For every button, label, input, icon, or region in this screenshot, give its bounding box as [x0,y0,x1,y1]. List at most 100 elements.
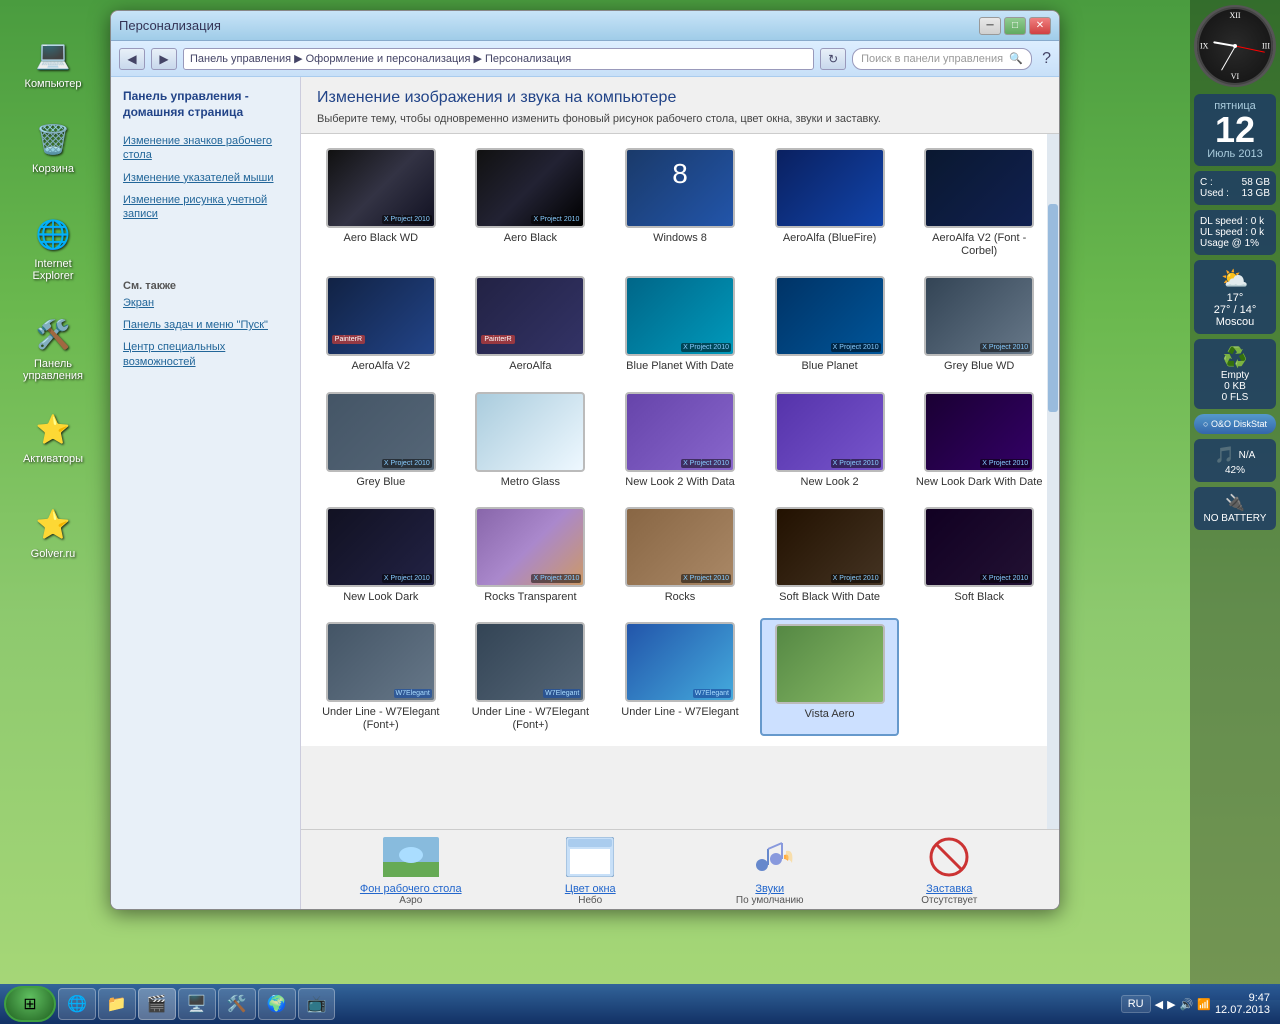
change-account-link[interactable]: Изменение рисунка учетной записи [123,193,288,222]
help-button[interactable]: ? [1042,50,1051,68]
change-icons-link[interactable]: Изменение значков рабочего стола [123,134,288,163]
theme-label: Blue Planet With Date [626,360,734,373]
theme-item-new-look-dark[interactable]: X Project 2010 New Look Dark [311,503,451,608]
theme-item-under-line-font1[interactable]: W7Elegant Under Line - W7Elegant (Font+) [311,618,451,736]
theme-item-aero-black[interactable]: X Project 2010 Aero Black [461,144,601,262]
taskbar-control[interactable]: 🖥️ [178,988,216,1020]
theme-thumbnail [775,624,885,704]
xproject-badge: X Project 2010 [831,574,881,583]
theme-item-soft-black[interactable]: X Project 2010 Soft Black [909,503,1049,608]
theme-thumbnail: X Project 2010 [924,392,1034,472]
theme-label: Under Line - W7Elegant [621,706,738,719]
minimize-button[interactable]: ─ [979,17,1001,35]
wallpaper-label[interactable]: Фон рабочего стола [360,883,462,895]
title-bar-controls: ─ □ ✕ [979,17,1051,35]
back-button[interactable]: ◀ [119,48,145,70]
computer-icon: 💻 [33,34,73,74]
sounds-item[interactable]: Звуки По умолчанию [710,833,830,906]
folder-taskbar-icon: 📁 [107,994,127,1014]
desktop-icon-control[interactable]: 🛠️ Панель управления [18,310,88,386]
tray-arrow-left[interactable]: ◀ [1155,998,1163,1011]
title-bar: Персонализация ─ □ ✕ [111,11,1059,41]
desktop-icon-recycle[interactable]: 🗑️ Корзина [18,115,88,179]
computer-label: Компьютер [25,78,82,90]
home-link[interactable]: Панель управления - домашняя страница [123,89,288,120]
taskbar-network[interactable]: 🌍 [258,988,296,1020]
theme-label: AeroAlfa V2 (Font - Corbel) [913,232,1045,258]
close-button[interactable]: ✕ [1029,17,1051,35]
nav-bar: ◀ ▶ Панель управления ▶ Оформление и пер… [111,41,1059,77]
theme-item-grey-blue[interactable]: X Project 2010 Grey Blue [311,388,451,493]
network-tray-icon[interactable]: 📶 [1197,998,1211,1011]
taskbar-display[interactable]: 📺 [298,988,336,1020]
also-section-label: См. также [123,280,288,292]
theme-item-vista-aero[interactable]: Vista Aero [760,618,900,736]
theme-item-metro-glass[interactable]: Metro Glass [461,388,601,493]
desktop-icon-computer[interactable]: 💻 Компьютер [18,30,88,94]
screensaver-label[interactable]: Заставка [926,883,972,895]
theme-item-blue-planet-date[interactable]: X Project 2010 Blue Planet With Date [610,272,750,377]
disk-used: 13 GB [1242,188,1270,199]
color-sublabel: Небо [578,895,602,906]
theme-label: AeroAlfa (BlueFire) [783,232,877,245]
theme-thumbnail: X Project 2010 [326,392,436,472]
desktop-icon-activators[interactable]: ⭐ Активаторы [18,405,88,469]
theme-item-under-line-font2[interactable]: W7Elegant Under Line - W7Elegant (Font+) [461,618,601,736]
refresh-button[interactable]: ↻ [820,48,846,70]
address-bar[interactable]: Панель управления ▶ Оформление и персона… [183,48,814,70]
wallpaper-item[interactable]: Фон рабочего стола Аэро [351,833,471,906]
taskbar-link[interactable]: Панель задач и меню "Пуск" [123,318,288,332]
accessibility-link[interactable]: Центр специальных возможностей [123,340,288,369]
diskstat-icon: ○ [1203,419,1208,429]
theme-thumbnail: X Project 2010 [475,148,585,228]
theme-thumbnail [475,392,585,472]
desktop-icon-golver[interactable]: ⭐ Golver.ru [18,500,88,564]
theme-thumbnail: X Project 2010 [475,507,585,587]
language-button[interactable]: RU [1121,995,1151,1013]
diskstat-button[interactable]: ○ O&O DiskStat [1194,414,1276,434]
theme-item-blue-planet[interactable]: X Project 2010 Blue Planet [760,272,900,377]
scrollbar-track[interactable] [1047,134,1059,829]
xproject-badge: X Project 2010 [681,574,731,583]
theme-item-new-look-dark-date[interactable]: X Project 2010 New Look Dark With Date [909,388,1049,493]
theme-item-rocks-transp[interactable]: X Project 2010 Rocks Transparent [461,503,601,608]
taskbar-tools[interactable]: 🛠️ [218,988,256,1020]
theme-item-aeroalfa-bluefire[interactable]: AeroAlfa (BlueFire) [760,144,900,262]
theme-item-grey-blue-wd[interactable]: X Project 2010 Grey Blue WD [909,272,1049,377]
theme-item-rocks[interactable]: X Project 2010 Rocks [610,503,750,608]
screensaver-item[interactable]: Заставка Отсутствует [889,833,1009,906]
theme-label: Windows 8 [653,232,707,245]
audio-tray-icon[interactable]: 🔊 [1180,998,1194,1011]
display-taskbar-icon: 📺 [307,994,327,1014]
scrollbar-thumb[interactable] [1048,204,1058,413]
theme-thumbnail: PainterR [475,276,585,356]
theme-item-aero-black-wd[interactable]: X Project 2010 Aero Black WD [311,144,451,262]
taskbar-ie[interactable]: 🌐 [58,988,96,1020]
theme-thumbnail [775,148,885,228]
tray-arrow-right[interactable]: ▶ [1167,998,1175,1011]
theme-item-aeroalfa-v2[interactable]: PainterR AeroAlfa V2 [311,272,451,377]
window-color-item[interactable]: Цвет окна Небо [530,833,650,906]
color-label[interactable]: Цвет окна [565,883,616,895]
theme-item-soft-black-date[interactable]: X Project 2010 Soft Black With Date [760,503,900,608]
maximize-button[interactable]: □ [1004,17,1026,35]
screen-link[interactable]: Экран [123,296,288,310]
theme-item-new-look2[interactable]: X Project 2010 New Look 2 [760,388,900,493]
forward-button[interactable]: ▶ [151,48,177,70]
wallpaper-icon [383,833,439,881]
start-button[interactable]: ⊞ [4,986,56,1022]
search-bar[interactable]: Поиск в панели управления 🔍 [852,48,1032,70]
taskbar-folder[interactable]: 📁 [98,988,136,1020]
desktop-icon-ie[interactable]: 🌐 Internet Explorer [18,210,88,286]
clock-center [1233,44,1237,48]
dl-speed: DL speed : 0 k [1200,216,1270,227]
theme-item-under-line[interactable]: W7Elegant Under Line - W7Elegant [610,618,750,736]
theme-item-new-look-date[interactable]: X Project 2010 New Look 2 With Data [610,388,750,493]
theme-item-aeroalfa-v2-corbel[interactable]: AeroAlfa V2 (Font - Corbel) [909,144,1049,262]
sounds-label[interactable]: Звуки [755,883,784,895]
theme-item-win8[interactable]: 8 Windows 8 [610,144,750,262]
recycle-files: 0 FLS [1200,392,1270,403]
taskbar-media[interactable]: 🎬 [138,988,176,1020]
change-mouse-link[interactable]: Изменение указателей мыши [123,171,288,185]
theme-item-aeroalfa[interactable]: PainterR AeroAlfa [461,272,601,377]
